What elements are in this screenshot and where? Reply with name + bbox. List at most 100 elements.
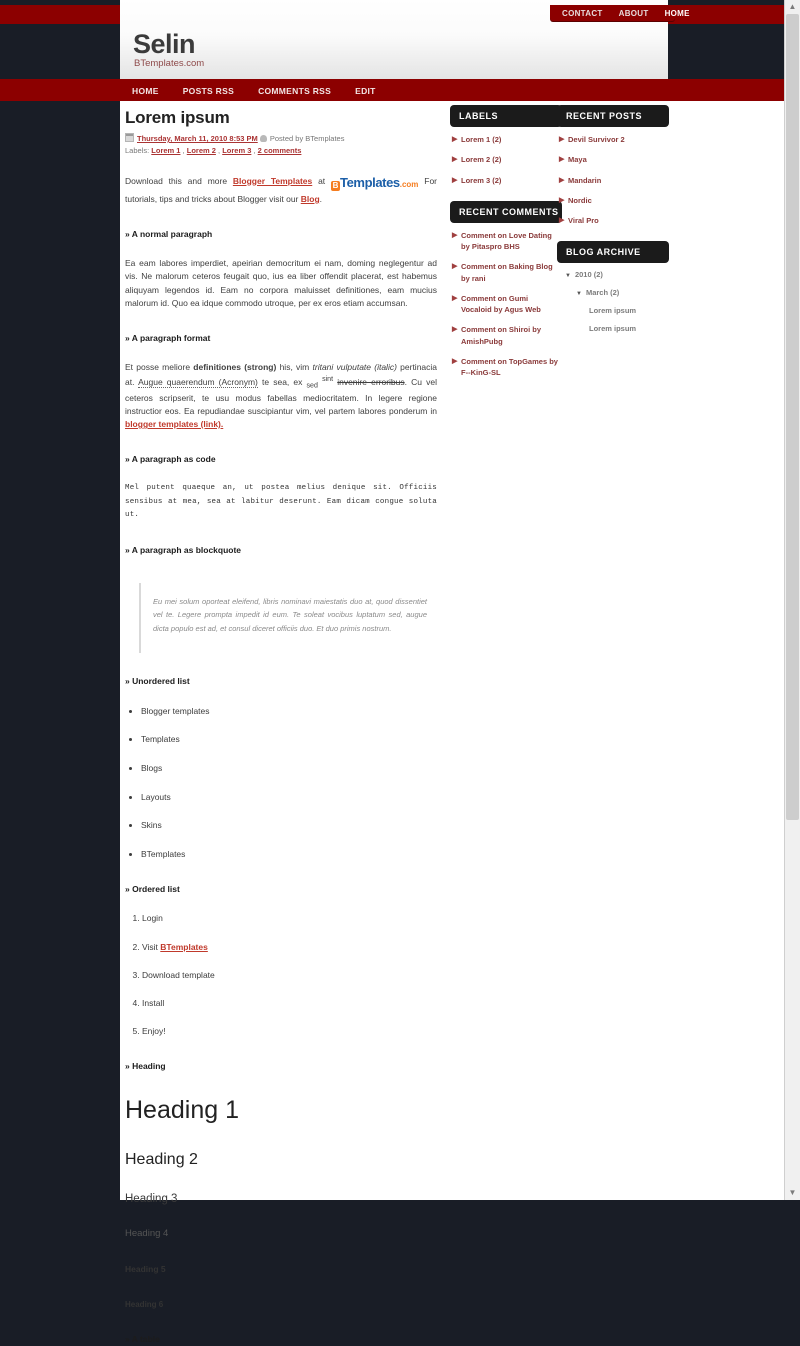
archive-post-row[interactable]: Lorem ipsum bbox=[559, 306, 667, 315]
format-paragraph: Et posse meliore definitiones (strong) h… bbox=[125, 361, 437, 431]
list-item: BTemplates bbox=[141, 848, 437, 861]
archive-year-row[interactable]: ▼ 2010 (2) bbox=[559, 270, 667, 279]
label-link-1[interactable]: ▶ Lorem 1 (2) bbox=[452, 134, 560, 145]
label-link-text: Lorem 2 (2) bbox=[461, 155, 502, 165]
mainnav-item-edit[interactable]: EDIT bbox=[343, 86, 388, 96]
arrow-right-icon: ▶ bbox=[452, 294, 458, 302]
widget-recent-comments: RECENT COMMENTS ▶ Comment on Love Dating … bbox=[450, 200, 562, 379]
heading-5: Heading 5 bbox=[125, 1264, 166, 1275]
scrollbar-thumb[interactable] bbox=[786, 14, 799, 820]
intro-text-1: Download this and more bbox=[125, 175, 233, 186]
arrow-right-icon: ▶ bbox=[452, 176, 458, 184]
heading-4: Heading 4 bbox=[125, 1227, 169, 1239]
post-label-2[interactable]: Lorem 2 bbox=[187, 146, 216, 155]
recent-post-5[interactable]: ▶ Viral Pro bbox=[559, 215, 667, 226]
recent-comment-5[interactable]: ▶ Comment on TopGames by F--KinG-SL bbox=[452, 356, 560, 379]
post-date-link[interactable]: Thursday, March 11, 2010 8:53 PM bbox=[137, 134, 258, 143]
archive-post-row[interactable]: Lorem ipsum bbox=[559, 324, 667, 333]
post-body: Download this and more Blogger Templates… bbox=[125, 173, 437, 1346]
post-label-3[interactable]: Lorem 3 bbox=[222, 146, 251, 155]
ordered-item-text: Login bbox=[142, 913, 163, 924]
btemplates-list-link[interactable]: BTemplates bbox=[160, 942, 208, 952]
calendar-icon bbox=[125, 133, 134, 142]
recent-comment-3[interactable]: ▶ Comment on Gumi Vocaloid by Agus Web bbox=[452, 293, 560, 316]
blogger-templates-link[interactable]: Blogger Templates bbox=[233, 176, 312, 186]
normal-paragraph: Ea eam labores imperdiet, apeirian democ… bbox=[125, 258, 437, 308]
format-italic: tritani vulputate (italic) bbox=[312, 362, 397, 373]
vertical-scrollbar[interactable]: ▲ ▼ bbox=[784, 0, 800, 1200]
archive-post-link-1[interactable]: Lorem ipsum bbox=[589, 306, 636, 315]
arrow-right-icon: ▶ bbox=[559, 217, 565, 224]
recent-comment-text: Comment on TopGames by F--KinG-SL bbox=[461, 356, 558, 377]
widget-labels-title: LABELS bbox=[450, 105, 562, 127]
arrow-right-icon: ▶ bbox=[452, 156, 458, 164]
topnav-item-contact[interactable]: CONTACT bbox=[554, 9, 611, 18]
top-navigation[interactable]: CONTACT ABOUT HOME bbox=[550, 5, 689, 22]
arrow-right-icon: ▶ bbox=[559, 136, 565, 143]
user-icon bbox=[259, 135, 267, 142]
archive-month-link[interactable]: March (2) bbox=[586, 288, 619, 297]
list-item: Enjoy! bbox=[142, 1025, 437, 1038]
recent-post-4[interactable]: ▶ Nordic bbox=[559, 195, 667, 206]
arrow-right-icon: ▶ bbox=[559, 196, 565, 204]
topnav-item-home[interactable]: HOME bbox=[657, 9, 698, 18]
post-label-1[interactable]: Lorem 1 bbox=[151, 146, 180, 155]
recent-comment-4[interactable]: ▶ Comment on Shiroi by AmishPubg bbox=[452, 324, 560, 347]
label-link-3[interactable]: ▶ Lorem 3 (2) bbox=[452, 175, 560, 186]
recent-post-3[interactable]: ▶ Mandarin bbox=[559, 175, 667, 186]
recent-post-text: Maya bbox=[568, 155, 587, 165]
site-subtitle: BTemplates.com bbox=[134, 58, 205, 69]
post-title: Lorem ipsum bbox=[125, 108, 230, 127]
arrow-right-icon: ▶ bbox=[559, 156, 565, 164]
post-intro-paragraph: Download this and more Blogger Templates… bbox=[125, 173, 437, 206]
topnav-item-about[interactable]: ABOUT bbox=[611, 9, 657, 18]
scroll-down-arrow-icon[interactable]: ▼ bbox=[785, 1186, 800, 1200]
scroll-up-arrow-icon[interactable]: ▲ bbox=[785, 0, 800, 14]
recent-post-text: Mandarin bbox=[568, 175, 602, 185]
sidebar-left-column: LABELS ▶ Lorem 1 (2) ▶ Lorem 2 (2) ▶ Lorem … bbox=[450, 105, 562, 393]
recent-comment-text: Comment on Gumi Vocaloid by Agus Web bbox=[461, 293, 541, 314]
archive-year-link[interactable]: 2010 (2) bbox=[575, 270, 603, 279]
widget-blog-archive: BLOG ARCHIVE ▼ 2010 (2) ▼ March (2) Lorem … bbox=[557, 241, 669, 333]
mainnav-item-home[interactable]: HOME bbox=[120, 86, 171, 96]
widget-labels-body: ▶ Lorem 1 (2) ▶ Lorem 2 (2) ▶ Lorem 3 (2) bbox=[450, 127, 562, 186]
post-comments-link[interactable]: 2 comments bbox=[258, 146, 302, 155]
intro-text-4: . bbox=[319, 193, 323, 204]
arrow-right-icon: ▶ bbox=[452, 326, 458, 334]
section-heading-normal-paragraph: » A normal paragraph bbox=[125, 229, 213, 240]
main-navigation[interactable]: HOME POSTS RSS COMMENTS RSS EDIT bbox=[120, 81, 785, 100]
section-heading-paragraph-format: » A paragraph format bbox=[125, 332, 211, 343]
list-item: Login bbox=[142, 912, 437, 925]
widget-recent-posts: RECENT POSTS ▶ Devil Survivor 2 ▶ Maya ▶ Ma… bbox=[557, 105, 669, 226]
blog-link[interactable]: Blog bbox=[301, 194, 320, 204]
section-heading-paragraph-blockquote: » A paragraph as blockquote bbox=[125, 544, 242, 555]
heading-2: Heading 2 bbox=[125, 1151, 198, 1169]
recent-post-2[interactable]: ▶ Maya bbox=[559, 154, 667, 165]
recent-comment-text: Comment on Baking Blog by rani bbox=[461, 262, 553, 283]
format-strong: definitiones (strong) bbox=[193, 362, 277, 373]
blogger-templates-inline-link[interactable]: blogger templates (link). bbox=[125, 419, 223, 429]
label-link-2[interactable]: ▶ Lorem 2 (2) bbox=[452, 154, 560, 165]
ordered-item-text: Install bbox=[142, 997, 165, 1008]
format-text-4: te sea, ex bbox=[257, 377, 307, 388]
recent-comment-1[interactable]: ▶ Comment on Love Dating by Pitaspro BHS bbox=[452, 230, 560, 253]
archive-month-row[interactable]: ▼ March (2) bbox=[559, 288, 667, 297]
format-superscript: sint bbox=[322, 375, 334, 384]
section-heading-table: » A table bbox=[125, 1334, 160, 1345]
widget-recent-posts-body: ▶ Devil Survivor 2 ▶ Maya ▶ Mandarin ▶ Nordi… bbox=[557, 127, 669, 226]
recent-post-1[interactable]: ▶ Devil Survivor 2 bbox=[559, 134, 667, 145]
recent-post-text: Devil Survivor 2 bbox=[568, 135, 625, 144]
format-acronym: Augue quaerendum (Acronym) bbox=[138, 377, 258, 389]
site-title: Selin bbox=[133, 29, 196, 59]
content-wrapper: Lorem ipsum Thursday, March 11, 2010 8:5… bbox=[120, 101, 785, 1344]
section-heading-heading: » Heading bbox=[125, 1061, 166, 1072]
arrow-right-icon: ▶ bbox=[452, 136, 458, 143]
archive-post-link-2[interactable]: Lorem ipsum bbox=[589, 324, 636, 333]
mainnav-item-comments-rss[interactable]: COMMENTS RSS bbox=[246, 86, 343, 96]
list-item: Blogger templates bbox=[141, 705, 437, 718]
recent-comment-2[interactable]: ▶ Comment on Baking Blog by rani bbox=[452, 261, 560, 284]
code-block: Mel putent quaeque an, ut postea melius … bbox=[125, 484, 442, 519]
btemplates-b-icon: B bbox=[331, 180, 340, 191]
mainnav-item-posts-rss[interactable]: POSTS RSS bbox=[171, 86, 246, 96]
section-heading-unordered-list: » Unordered list bbox=[125, 676, 190, 687]
